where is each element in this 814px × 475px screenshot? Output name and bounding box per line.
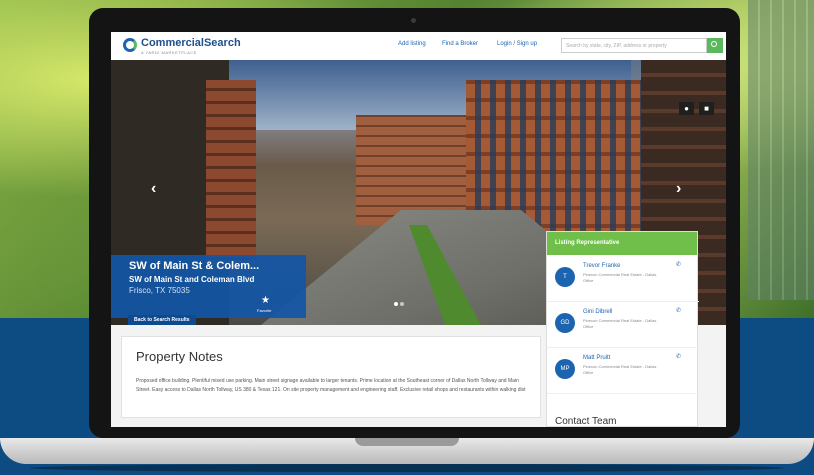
listing-reps-panel: Listing Representative T Trevor Franke P… — [546, 231, 699, 427]
login-link[interactable]: Login / Sign up — [497, 41, 537, 47]
pager-dot[interactable] — [400, 302, 404, 306]
laptop-screen: CommercialSearch A YARDI MARKETPLACE Add… — [111, 32, 726, 427]
search-input[interactable]: Search by state, city, ZIP, address or p… — [561, 38, 707, 53]
avatar: MP — [555, 359, 575, 379]
map-pin-icon[interactable]: ● — [679, 102, 694, 115]
rep-company: Pinecon Commercial Real Estate - Dallas … — [583, 272, 657, 283]
phone-icon[interactable]: ✆ — [676, 353, 681, 360]
notes-title: Property Notes — [136, 349, 223, 364]
find-broker-link[interactable]: Find a Broker — [442, 41, 478, 47]
avatar: GD — [555, 313, 575, 333]
photo-building — [206, 80, 256, 270]
brand-tagline: A YARDI MARKETPLACE — [141, 50, 197, 55]
photo-building — [356, 115, 471, 225]
phone-icon[interactable]: ✆ — [676, 261, 681, 268]
reps-heading: Listing Representative — [547, 232, 697, 255]
photo-pager[interactable] — [394, 293, 406, 311]
search-button[interactable] — [707, 38, 723, 53]
avatar: T — [555, 267, 575, 287]
brand-logo[interactable]: CommercialSearch — [141, 37, 241, 49]
site-header: CommercialSearch A YARDI MARKETPLACE Add… — [111, 32, 726, 61]
prev-photo-icon[interactable]: ‹ — [151, 180, 156, 198]
property-title: SW of Main St & Colem... — [129, 260, 260, 272]
phone-icon[interactable]: ✆ — [676, 307, 681, 314]
rep-company: Pinecon Commercial Real Estate - Dallas … — [583, 318, 657, 329]
logo-icon[interactable] — [123, 38, 137, 52]
back-to-results-button[interactable]: Back to Search Results — [128, 315, 196, 325]
rep-name[interactable]: Trevor Franke — [583, 263, 620, 269]
property-address: SW of Main St and Coleman Blvd — [129, 275, 255, 284]
notes-body: Proposed office building. Plentiful mixe… — [136, 378, 526, 393]
star-icon[interactable]: ★ — [261, 295, 270, 306]
rep-card[interactable]: MP Matt Pruitt Pinecon Commercial Real E… — [547, 347, 699, 394]
property-notes-card: Property Notes Proposed office building.… — [121, 336, 541, 418]
camera-icon[interactable]: ■ — [699, 102, 714, 115]
pager-dot[interactable] — [394, 302, 398, 306]
camera-icon — [411, 18, 416, 23]
background-building — [748, 0, 814, 300]
rep-name[interactable]: Matt Pruitt — [583, 355, 610, 361]
rep-card[interactable]: T Trevor Franke Pinecon Commercial Real … — [547, 255, 699, 302]
next-photo-icon[interactable]: › — [676, 180, 681, 198]
add-listing-link[interactable]: Add listing — [398, 41, 426, 47]
rep-company: Pinecon Commercial Real Estate - Dallas … — [583, 364, 657, 375]
contact-team-heading: Contact Team — [555, 416, 617, 427]
rep-name[interactable]: Gini Dibrell — [583, 309, 612, 315]
property-city: Frisco, TX 75035 — [129, 286, 190, 295]
favorite-label[interactable]: Favorite — [257, 308, 271, 313]
property-title-card: SW of Main St & Colem... SW of Main St a… — [111, 255, 306, 318]
laptop-notch — [355, 438, 459, 446]
laptop-shadow — [30, 464, 784, 472]
rep-card[interactable]: GD Gini Dibrell Pinecon Commercial Real … — [547, 301, 699, 348]
